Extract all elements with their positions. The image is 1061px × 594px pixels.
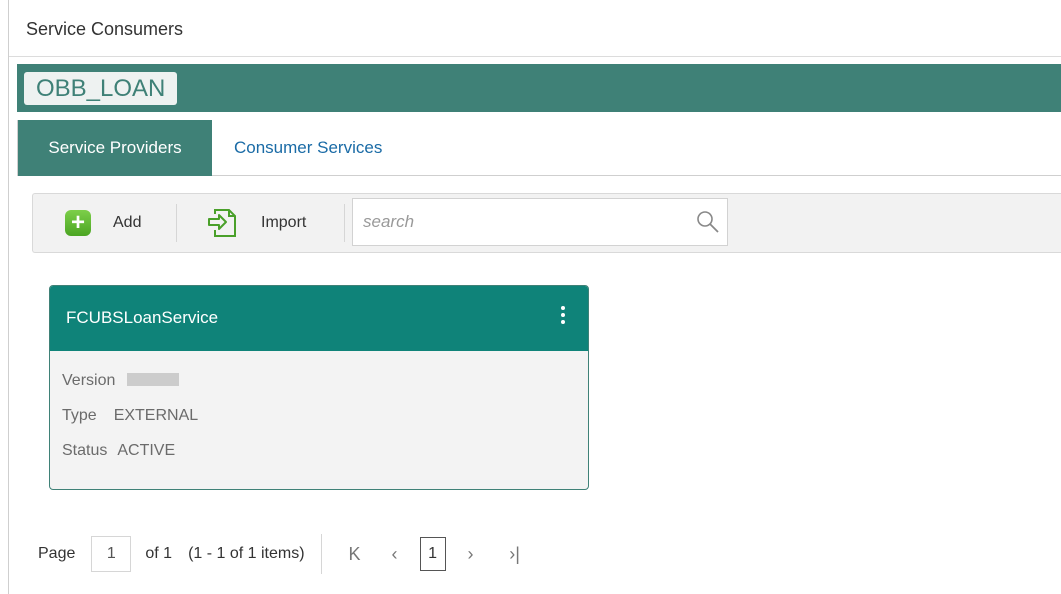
consumer-header-bar: OBB_LOAN xyxy=(17,64,1061,112)
search-input[interactable] xyxy=(353,199,653,245)
version-value-redacted xyxy=(127,373,180,386)
add-button[interactable]: + Add xyxy=(65,194,141,252)
page-label: Page xyxy=(38,545,76,562)
page-number-input[interactable]: 1 xyxy=(91,536,132,572)
status-label: Status xyxy=(62,442,108,459)
card-type-row: Type EXTERNAL xyxy=(62,404,588,439)
items-summary: (1 - 1 of 1 items) xyxy=(188,545,305,562)
current-page-button[interactable]: 1 xyxy=(419,537,446,571)
title-divider xyxy=(9,56,1061,57)
page-title: Service Consumers xyxy=(26,19,184,39)
first-page-icon[interactable]: K xyxy=(340,544,370,565)
service-provider-card[interactable]: FCUBSLoanService Version Type EXTERNAL St… xyxy=(49,285,589,490)
toolbar-divider xyxy=(344,204,345,242)
pagination-divider xyxy=(320,534,322,574)
search-box xyxy=(352,198,728,246)
consumer-name-chip: OBB_LOAN xyxy=(24,72,178,105)
pagination: Page 1 of 1 (1 - 1 of 1 items) K ‹ 1 › ›… xyxy=(38,534,530,574)
import-icon xyxy=(208,209,236,237)
card-status-row: Status ACTIVE xyxy=(62,439,588,474)
tab-bar: Service Providers Consumer Services xyxy=(17,120,1061,176)
tab-consumer-services[interactable]: Consumer Services xyxy=(234,120,382,176)
tab-service-providers[interactable]: Service Providers xyxy=(18,120,212,176)
card-version-row: Version xyxy=(62,369,588,404)
toolbar: + Add Import xyxy=(32,193,1061,253)
toolbar-divider xyxy=(176,204,177,242)
type-label: Type xyxy=(62,407,97,424)
left-border xyxy=(8,0,9,594)
next-page-icon[interactable]: › xyxy=(456,544,486,565)
add-button-label: Add xyxy=(113,214,142,231)
more-options-icon[interactable] xyxy=(556,304,570,328)
add-icon: + xyxy=(65,210,91,236)
type-value: EXTERNAL xyxy=(113,407,199,424)
import-button[interactable]: Import xyxy=(207,194,306,252)
card-body: Version Type EXTERNAL Status ACTIVE xyxy=(50,351,588,474)
card-header: FCUBSLoanService xyxy=(50,286,588,351)
search-icon[interactable] xyxy=(695,209,721,235)
import-button-label: Import xyxy=(261,214,307,231)
page-total: of 1 xyxy=(145,545,173,562)
last-page-icon[interactable]: ›| xyxy=(500,544,530,565)
version-label: Version xyxy=(62,372,116,389)
prev-page-icon[interactable]: ‹ xyxy=(380,544,410,565)
card-title: FCUBSLoanService xyxy=(66,308,219,327)
status-value: ACTIVE xyxy=(117,442,176,459)
